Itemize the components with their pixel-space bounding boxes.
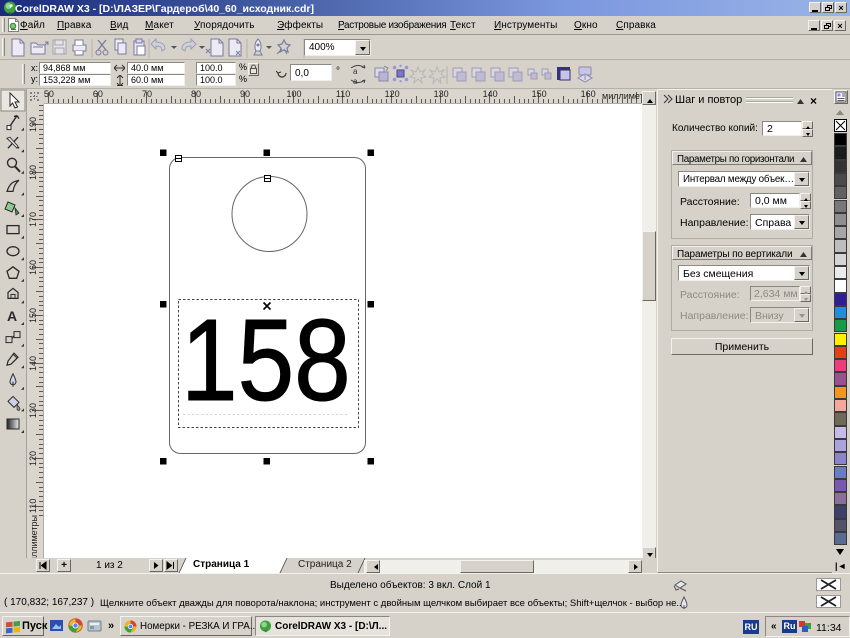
svg-text:a: a — [353, 67, 358, 76]
svg-text:a: a — [353, 77, 358, 86]
svg-text:A: A — [7, 308, 17, 324]
